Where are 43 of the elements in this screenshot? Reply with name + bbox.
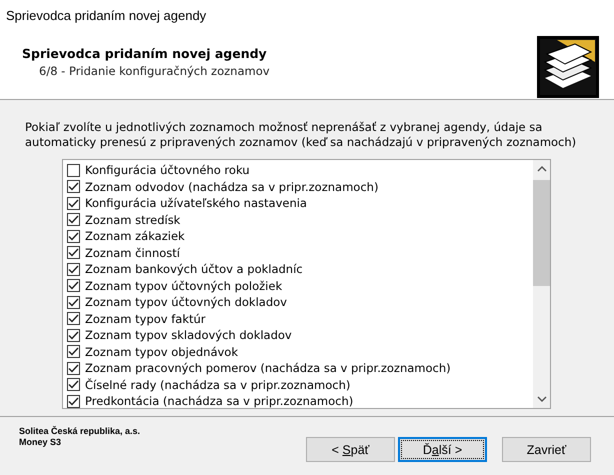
scroll-up-icon[interactable]: [536, 166, 546, 172]
list-item[interactable]: Číselné rady (nachádza sa v pripr.zoznamoch): [63, 376, 533, 393]
checkbox[interactable]: [67, 246, 80, 260]
checkbox[interactable]: [67, 378, 80, 392]
wizard-title: Sprievodca pridaním novej agendy: [22, 46, 268, 61]
list-item[interactable]: Zoznam typov účtovných položiek: [63, 278, 533, 294]
list-item[interactable]: Zoznam typov faktúr: [63, 310, 533, 327]
checkbox[interactable]: [67, 279, 80, 292]
product-name: Money S3: [19, 437, 62, 448]
list-item[interactable]: Zoznam typov účtovných dokladov: [63, 294, 533, 310]
checkbox[interactable]: [67, 312, 80, 326]
checkbox[interactable]: [67, 345, 80, 358]
checkbox[interactable]: [67, 230, 80, 243]
description-text: Pokiaľ zvolíte u jednotlivých zoznamoch možnosť neprenášať z vybranej agendy, údaje sa automaticky prenesú z pripravených zoznamov (keď sa nachádzajú v pripravených zoznamoch): [25, 120, 578, 150]
list-item[interactable]: Zoznam typov objednávok: [63, 344, 533, 360]
checkbox[interactable]: [67, 362, 80, 375]
list-item[interactable]: Zoznam typov skladových dokladov: [63, 327, 533, 344]
checkbox[interactable]: [67, 296, 80, 309]
list-item[interactable]: Zoznam činností: [63, 244, 533, 261]
window-title: Sprievodca pridaním novej agendy: [6, 8, 206, 22]
checkbox[interactable]: [67, 394, 80, 408]
list-item[interactable]: Predkontácia (nachádza sa v pripr.zoznamoch): [63, 393, 533, 410]
wizard-button[interactable]: Zavrieť: [502, 437, 591, 462]
list-item[interactable]: Konfigurácia účtovného roku: [63, 162, 533, 178]
list-item[interactable]: Zoznam zákaziek: [63, 228, 533, 244]
list-item[interactable]: Konfigurácia užívateľského nastavenia: [63, 195, 533, 212]
step-subtitle: 6/8 - Pridanie konfiguračných zoznamov: [39, 64, 270, 78]
company-name: Solitea Česká republika, a.s.: [19, 426, 140, 437]
checkbox[interactable]: [67, 328, 80, 342]
list-item[interactable]: Zoznam odvodov (nachádza sa v pripr.zoznamoch): [63, 178, 533, 195]
list-item[interactable]: Zoznam pracovných pomerov (nachádza sa v pripr.zoznamoch): [63, 360, 533, 376]
checkbox[interactable]: [67, 213, 80, 226]
scrollbar[interactable]: [533, 160, 550, 408]
checkbox[interactable]: [67, 164, 80, 177]
list-item[interactable]: Zoznam stredísk: [63, 212, 533, 228]
checkbox[interactable]: [67, 262, 80, 276]
list-item[interactable]: Zoznam bankových účtov a pokladníc: [63, 261, 533, 278]
checkbox[interactable]: [67, 180, 80, 194]
scroll-thumb[interactable]: [533, 180, 550, 286]
wizard-button[interactable]: < Späť: [306, 437, 395, 462]
checkbox[interactable]: [67, 196, 80, 210]
wizard-button[interactable]: Ďalší >: [398, 437, 487, 462]
scroll-down-icon[interactable]: [536, 396, 546, 402]
